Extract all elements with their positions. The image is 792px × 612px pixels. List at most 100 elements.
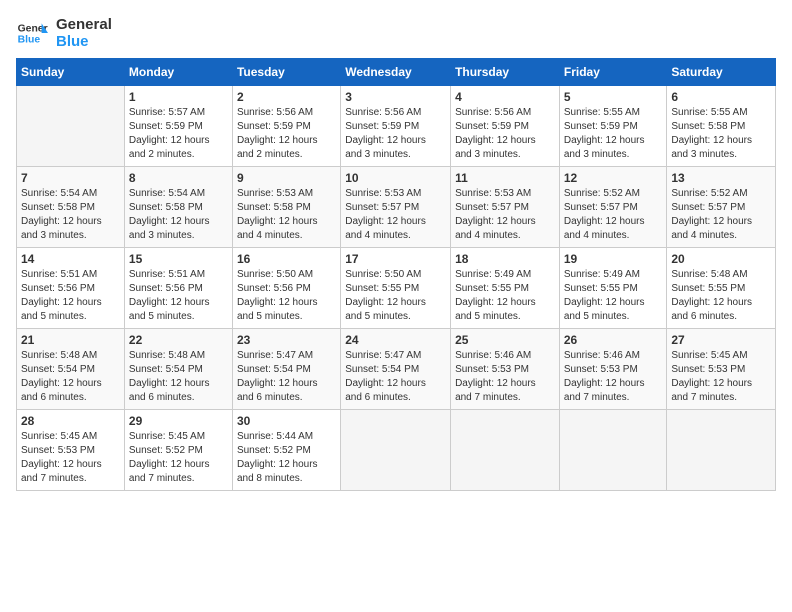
cal-cell: 9 Sunrise: 5:53 AM Sunset: 5:58 PM Daylig… <box>232 167 340 248</box>
col-header-monday: Monday <box>124 59 232 86</box>
day-number: 10 <box>345 171 446 185</box>
cal-cell <box>17 86 125 167</box>
day-number: 1 <box>129 90 228 104</box>
day-info: Sunrise: 5:45 AM Sunset: 5:53 PM Dayligh… <box>671 349 771 405</box>
day-info: Sunrise: 5:48 AM Sunset: 5:55 PM Dayligh… <box>671 268 771 324</box>
day-number: 8 <box>129 171 228 185</box>
day-number: 30 <box>237 414 336 428</box>
day-info: Sunrise: 5:48 AM Sunset: 5:54 PM Dayligh… <box>21 349 120 405</box>
day-number: 6 <box>671 90 771 104</box>
cal-cell: 3 Sunrise: 5:56 AM Sunset: 5:59 PM Daylig… <box>341 86 451 167</box>
day-number: 29 <box>129 414 228 428</box>
cal-cell: 5 Sunrise: 5:55 AM Sunset: 5:59 PM Daylig… <box>559 86 667 167</box>
cal-cell <box>451 410 560 491</box>
day-info: Sunrise: 5:56 AM Sunset: 5:59 PM Dayligh… <box>345 106 446 162</box>
logo-blue: Blue <box>56 33 112 50</box>
day-number: 18 <box>455 252 555 266</box>
day-number: 9 <box>237 171 336 185</box>
page-header: General Blue General Blue <box>16 16 776 50</box>
day-info: Sunrise: 5:50 AM Sunset: 5:56 PM Dayligh… <box>237 268 336 324</box>
cal-cell: 8 Sunrise: 5:54 AM Sunset: 5:58 PM Daylig… <box>124 167 232 248</box>
cal-cell: 12 Sunrise: 5:52 AM Sunset: 5:57 PM Dayli… <box>559 167 667 248</box>
day-info: Sunrise: 5:51 AM Sunset: 5:56 PM Dayligh… <box>129 268 228 324</box>
col-header-friday: Friday <box>559 59 667 86</box>
cal-cell: 6 Sunrise: 5:55 AM Sunset: 5:58 PM Daylig… <box>667 86 776 167</box>
day-number: 23 <box>237 333 336 347</box>
day-info: Sunrise: 5:50 AM Sunset: 5:55 PM Dayligh… <box>345 268 446 324</box>
day-info: Sunrise: 5:55 AM Sunset: 5:59 PM Dayligh… <box>564 106 663 162</box>
day-info: Sunrise: 5:57 AM Sunset: 5:59 PM Dayligh… <box>129 106 228 162</box>
day-info: Sunrise: 5:49 AM Sunset: 5:55 PM Dayligh… <box>455 268 555 324</box>
day-number: 17 <box>345 252 446 266</box>
day-number: 13 <box>671 171 771 185</box>
col-header-thursday: Thursday <box>451 59 560 86</box>
day-info: Sunrise: 5:56 AM Sunset: 5:59 PM Dayligh… <box>237 106 336 162</box>
cal-cell: 17 Sunrise: 5:50 AM Sunset: 5:55 PM Dayli… <box>341 248 451 329</box>
day-info: Sunrise: 5:54 AM Sunset: 5:58 PM Dayligh… <box>129 187 228 243</box>
day-info: Sunrise: 5:53 AM Sunset: 5:57 PM Dayligh… <box>455 187 555 243</box>
cal-cell: 30 Sunrise: 5:44 AM Sunset: 5:52 PM Dayli… <box>232 410 340 491</box>
day-number: 22 <box>129 333 228 347</box>
cal-cell: 27Sunrise: 5:45 AM Sunset: 5:53 PM Dayli… <box>667 329 776 410</box>
day-number: 11 <box>455 171 555 185</box>
day-info: Sunrise: 5:52 AM Sunset: 5:57 PM Dayligh… <box>564 187 663 243</box>
day-number: 26 <box>564 333 663 347</box>
day-number: 7 <box>21 171 120 185</box>
svg-text:Blue: Blue <box>18 35 41 46</box>
cal-cell: 11 Sunrise: 5:53 AM Sunset: 5:57 PM Dayli… <box>451 167 560 248</box>
cal-cell: 14 Sunrise: 5:51 AM Sunset: 5:56 PM Dayli… <box>17 248 125 329</box>
day-info: Sunrise: 5:46 AM Sunset: 5:53 PM Dayligh… <box>455 349 555 405</box>
cal-cell: 16 Sunrise: 5:50 AM Sunset: 5:56 PM Dayli… <box>232 248 340 329</box>
day-number: 19 <box>564 252 663 266</box>
cal-cell: 4 Sunrise: 5:56 AM Sunset: 5:59 PM Daylig… <box>451 86 560 167</box>
day-info: Sunrise: 5:54 AM Sunset: 5:58 PM Dayligh… <box>21 187 120 243</box>
day-info: Sunrise: 5:55 AM Sunset: 5:58 PM Dayligh… <box>671 106 771 162</box>
day-info: Sunrise: 5:47 AM Sunset: 5:54 PM Dayligh… <box>345 349 446 405</box>
cal-cell: 7 Sunrise: 5:54 AM Sunset: 5:58 PM Daylig… <box>17 167 125 248</box>
day-info: Sunrise: 5:53 AM Sunset: 5:58 PM Dayligh… <box>237 187 336 243</box>
day-info: Sunrise: 5:45 AM Sunset: 5:53 PM Dayligh… <box>21 430 120 486</box>
cal-cell: 19Sunrise: 5:49 AM Sunset: 5:55 PM Dayli… <box>559 248 667 329</box>
day-number: 24 <box>345 333 446 347</box>
day-number: 25 <box>455 333 555 347</box>
logo-general: General <box>56 16 112 33</box>
day-number: 12 <box>564 171 663 185</box>
cal-cell <box>341 410 451 491</box>
cal-cell <box>667 410 776 491</box>
day-number: 16 <box>237 252 336 266</box>
cal-cell: 18 Sunrise: 5:49 AM Sunset: 5:55 PM Dayli… <box>451 248 560 329</box>
day-number: 3 <box>345 90 446 104</box>
cal-cell: 23 Sunrise: 5:47 AM Sunset: 5:54 PM Dayli… <box>232 329 340 410</box>
cal-cell: 13 Sunrise: 5:52 AM Sunset: 5:57 PM Dayli… <box>667 167 776 248</box>
cal-cell: 1 Sunrise: 5:57 AM Sunset: 5:59 PM Daylig… <box>124 86 232 167</box>
day-number: 28 <box>21 414 120 428</box>
day-info: Sunrise: 5:52 AM Sunset: 5:57 PM Dayligh… <box>671 187 771 243</box>
cal-cell: 22 Sunrise: 5:48 AM Sunset: 5:54 PM Dayli… <box>124 329 232 410</box>
logo-icon: General Blue <box>16 17 48 49</box>
logo: General Blue General Blue <box>16 16 112 50</box>
day-number: 4 <box>455 90 555 104</box>
cal-cell: 28 Sunrise: 5:45 AM Sunset: 5:53 PM Dayli… <box>17 410 125 491</box>
day-info: Sunrise: 5:46 AM Sunset: 5:53 PM Dayligh… <box>564 349 663 405</box>
cal-cell: 15Sunrise: 5:51 AM Sunset: 5:56 PM Dayli… <box>124 248 232 329</box>
cal-cell: 21Sunrise: 5:48 AM Sunset: 5:54 PM Dayli… <box>17 329 125 410</box>
col-header-saturday: Saturday <box>667 59 776 86</box>
day-number: 2 <box>237 90 336 104</box>
day-info: Sunrise: 5:44 AM Sunset: 5:52 PM Dayligh… <box>237 430 336 486</box>
col-header-tuesday: Tuesday <box>232 59 340 86</box>
day-info: Sunrise: 5:51 AM Sunset: 5:56 PM Dayligh… <box>21 268 120 324</box>
cal-cell: 2 Sunrise: 5:56 AM Sunset: 5:59 PM Daylig… <box>232 86 340 167</box>
cal-cell: 29 Sunrise: 5:45 AM Sunset: 5:52 PM Dayli… <box>124 410 232 491</box>
day-number: 20 <box>671 252 771 266</box>
cal-cell: 25 Sunrise: 5:46 AM Sunset: 5:53 PM Dayli… <box>451 329 560 410</box>
cal-cell: 24 Sunrise: 5:47 AM Sunset: 5:54 PM Dayli… <box>341 329 451 410</box>
day-info: Sunrise: 5:45 AM Sunset: 5:52 PM Dayligh… <box>129 430 228 486</box>
day-info: Sunrise: 5:47 AM Sunset: 5:54 PM Dayligh… <box>237 349 336 405</box>
day-info: Sunrise: 5:48 AM Sunset: 5:54 PM Dayligh… <box>129 349 228 405</box>
day-number: 5 <box>564 90 663 104</box>
cal-cell: 10Sunrise: 5:53 AM Sunset: 5:57 PM Dayli… <box>341 167 451 248</box>
day-info: Sunrise: 5:56 AM Sunset: 5:59 PM Dayligh… <box>455 106 555 162</box>
day-number: 14 <box>21 252 120 266</box>
col-header-sunday: Sunday <box>17 59 125 86</box>
col-header-wednesday: Wednesday <box>341 59 451 86</box>
